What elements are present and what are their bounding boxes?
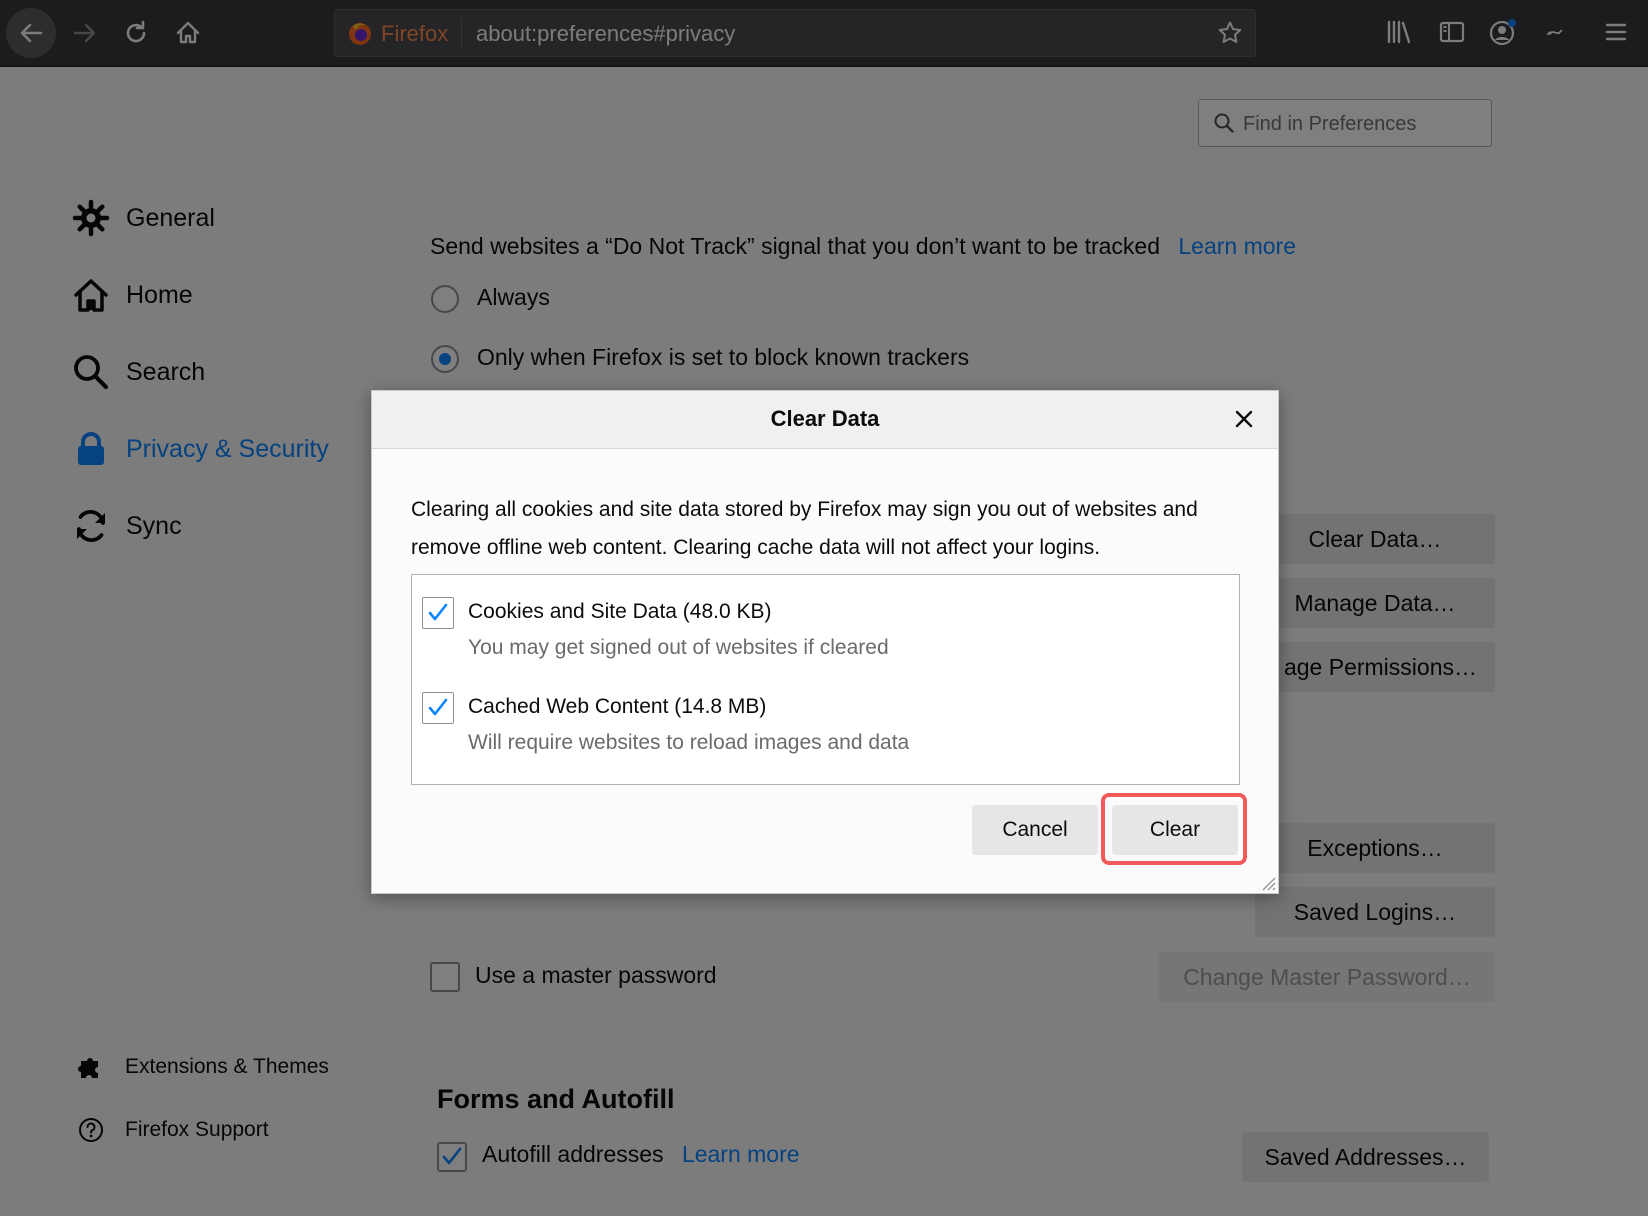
cached-web-content-hint: Will require websites to reload images a…	[468, 731, 910, 754]
cancel-button[interactable]: Cancel	[972, 805, 1098, 855]
dialog-description: Clearing all cookies and site data store…	[411, 498, 1198, 559]
close-icon	[1235, 410, 1253, 428]
cached-web-content-checkbox[interactable]	[422, 692, 454, 724]
dialog-title: Clear Data	[770, 406, 880, 431]
dialog-header: Clear Data	[372, 391, 1278, 449]
firefox-window: Firefox about:preferences#privacy	[0, 0, 1648, 1216]
clear-options-list: Cookies and Site Data (48.0 KB) You may …	[411, 574, 1240, 785]
checkmark-icon	[428, 603, 448, 621]
cookies-site-data-hint: You may get signed out of websites if cl…	[468, 636, 889, 659]
cookies-site-data-checkbox[interactable]	[422, 597, 454, 629]
cookies-site-data-label: Cookies and Site Data (48.0 KB)	[468, 600, 772, 623]
checkmark-icon	[428, 698, 448, 716]
resize-grip-icon[interactable]	[1258, 873, 1276, 891]
cached-web-content-label: Cached Web Content (14.8 MB)	[468, 695, 767, 718]
clear-button-highlight	[1101, 793, 1247, 865]
dialog-close-button[interactable]	[1230, 405, 1258, 433]
